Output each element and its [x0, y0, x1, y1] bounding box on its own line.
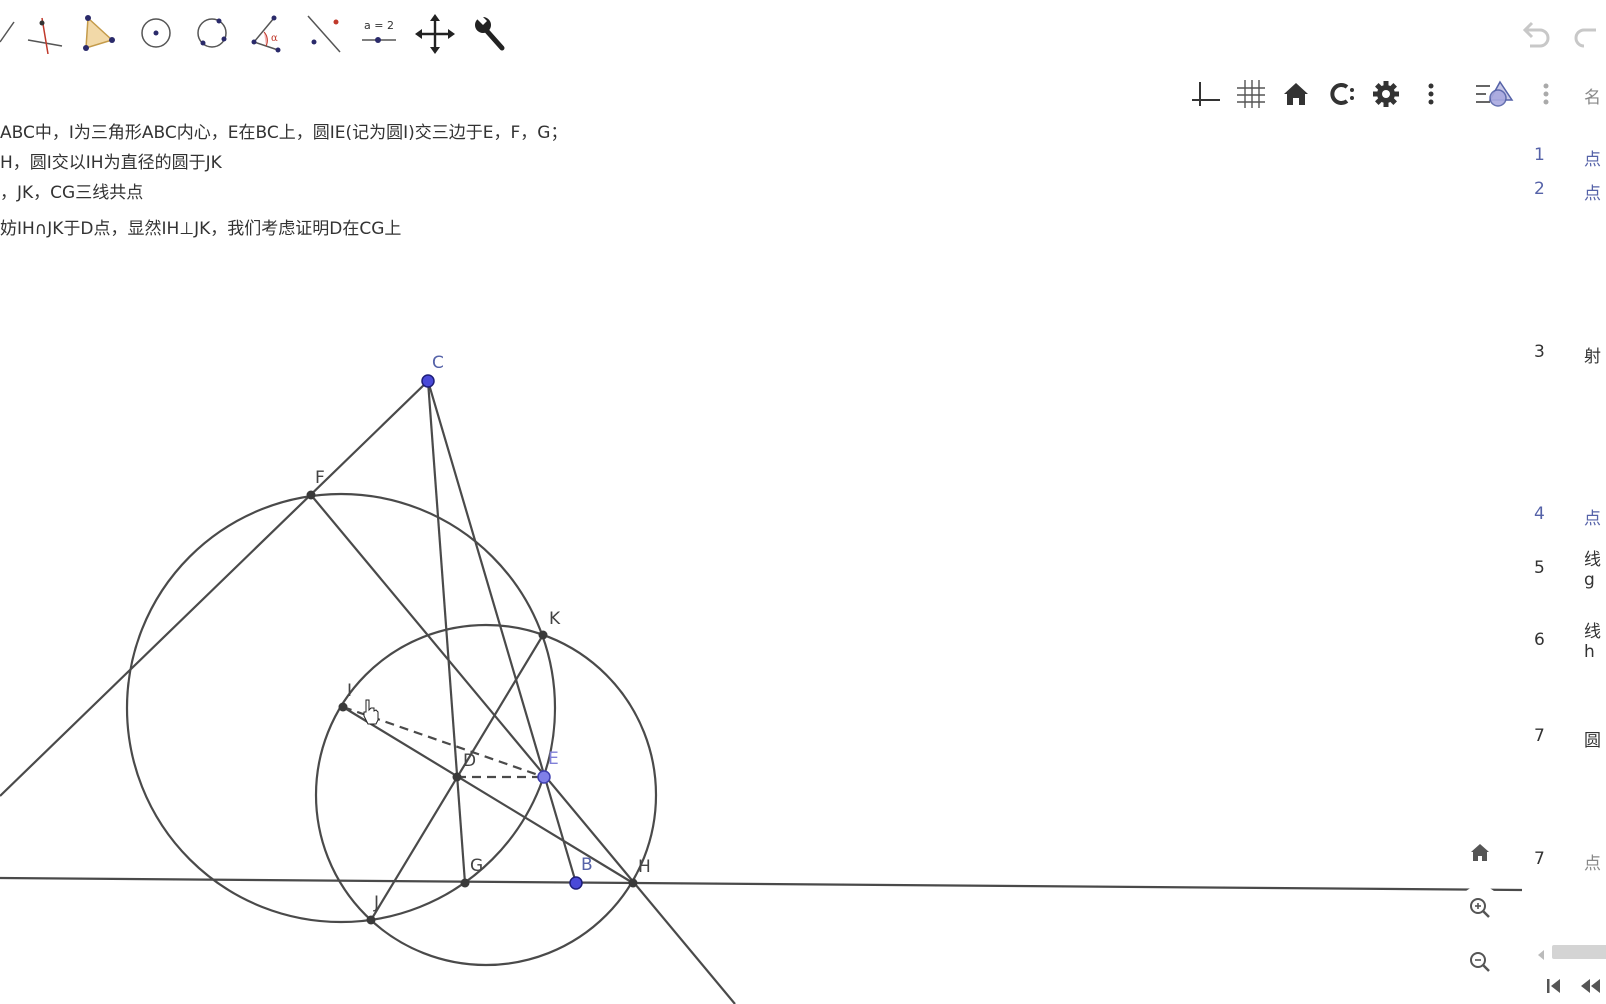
label-d: D — [463, 751, 476, 771]
point-d[interactable] — [452, 772, 462, 782]
line-ab[interactable] — [0, 876, 1522, 892]
grid-icon[interactable] — [1233, 76, 1269, 112]
algebra-row-text[interactable]: 圆 — [1584, 726, 1601, 751]
algebra-row-number: 7 — [1534, 849, 1545, 869]
point-k[interactable] — [538, 630, 548, 640]
zoom-in-icon[interactable] — [1458, 886, 1502, 930]
point-f[interactable] — [306, 490, 316, 500]
line-ca[interactable] — [0, 380, 429, 797]
algebra-row-number: 6 — [1534, 630, 1545, 650]
algebra-view: 名 1 点 2 点 3 射 4 点 5 线 g 6 线 h 7 圆 7 点 — [1522, 0, 1606, 1004]
segment-cg[interactable] — [426, 380, 467, 884]
graphics-view[interactable]: ABC中，I为三角形ABC内心，E在BC上，圆IE(记为圆I)交三边于E，F，G… — [0, 0, 1522, 1004]
point-j[interactable] — [366, 915, 376, 925]
style-bar-toggle-icon[interactable] — [1472, 76, 1516, 112]
redo-icon[interactable] — [1566, 12, 1606, 56]
algebra-row-number: 1 — [1534, 145, 1545, 165]
algebra-header-label: 名 — [1584, 88, 1601, 108]
algebra-row-subtext: g — [1584, 570, 1595, 590]
scroll-left-icon[interactable] — [1536, 946, 1546, 960]
home-view-icon[interactable] — [1458, 831, 1502, 875]
geometry-drawing: C F K I D E G B H J — [0, 353, 1522, 1004]
point-b[interactable] — [569, 876, 583, 890]
point-h[interactable] — [628, 878, 638, 888]
algebra-row-text[interactable]: 点 — [1584, 179, 1601, 204]
algebra-row-number: 4 — [1534, 504, 1545, 524]
point-g[interactable] — [460, 878, 470, 888]
axes-icon[interactable] — [1188, 76, 1224, 112]
algebra-row-text[interactable]: 线 — [1584, 617, 1601, 642]
segment-cb[interactable] — [426, 380, 578, 884]
algebra-row-subtext: h — [1584, 642, 1595, 662]
horizontal-scrollbar[interactable] — [1552, 945, 1606, 959]
point-i[interactable] — [338, 702, 348, 712]
more-vertical-icon[interactable] — [1534, 76, 1558, 112]
algebra-row-text[interactable]: 线 — [1584, 545, 1601, 570]
algebra-row-number: 3 — [1534, 342, 1545, 362]
label-e: E — [548, 749, 559, 769]
more-vertical-icon[interactable] — [1413, 76, 1449, 112]
snap-icon[interactable] — [1323, 76, 1359, 112]
step-back-icon[interactable] — [1578, 976, 1606, 996]
algebra-row-text[interactable]: 点 — [1584, 504, 1601, 529]
algebra-row-number: 7 — [1534, 726, 1545, 746]
zoom-out-icon[interactable] — [1458, 940, 1502, 984]
label-c: C — [432, 353, 444, 373]
algebra-row-number: 2 — [1534, 179, 1545, 199]
label-b: B — [581, 855, 593, 875]
label-f: F — [315, 468, 325, 488]
hand-cursor-icon — [363, 699, 379, 725]
label-i: I — [347, 681, 352, 701]
home-icon[interactable] — [1278, 76, 1314, 112]
label-h: H — [638, 857, 651, 877]
algebra-row-text[interactable]: 点 — [1584, 849, 1601, 874]
label-k: K — [549, 609, 561, 629]
skip-first-icon[interactable] — [1544, 976, 1564, 996]
undo-icon[interactable] — [1522, 12, 1556, 56]
label-j: J — [373, 893, 379, 913]
label-g: G — [470, 856, 483, 876]
settings-icon[interactable] — [1368, 76, 1404, 112]
algebra-row-number: 5 — [1534, 558, 1545, 578]
point-c[interactable] — [421, 374, 435, 388]
algebra-row-text[interactable]: 点 — [1584, 145, 1601, 170]
algebra-row-text[interactable]: 射 — [1584, 342, 1601, 367]
point-e[interactable] — [537, 770, 551, 784]
line-fh[interactable] — [310, 494, 736, 1004]
